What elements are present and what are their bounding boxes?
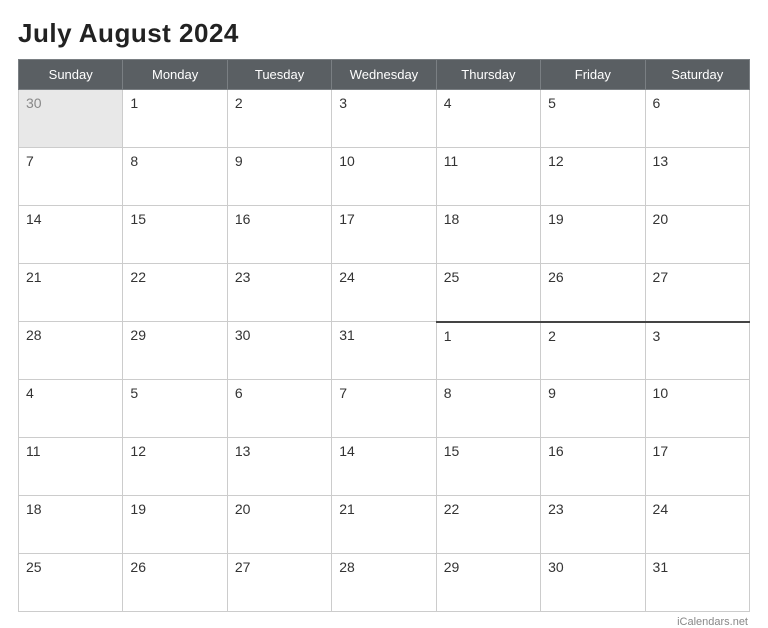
calendar-cell: 31: [332, 322, 436, 380]
calendar-cell: 26: [123, 554, 227, 612]
calendar-cell: 18: [19, 496, 123, 554]
calendar-cell: 17: [332, 206, 436, 264]
header-saturday: Saturday: [645, 60, 749, 90]
calendar-body: 3012345678910111213141516171819202122232…: [19, 90, 750, 612]
calendar-cell: 11: [19, 438, 123, 496]
calendar-cell: 20: [645, 206, 749, 264]
calendar-cell: 25: [19, 554, 123, 612]
calendar-cell: 8: [123, 148, 227, 206]
calendar-cell: 14: [19, 206, 123, 264]
calendar-cell: 3: [645, 322, 749, 380]
calendar-cell: 17: [645, 438, 749, 496]
calendar-cell: 4: [19, 380, 123, 438]
calendar-cell: 11: [436, 148, 540, 206]
calendar-table: SundayMondayTuesdayWednesdayThursdayFrid…: [18, 59, 750, 612]
calendar-cell: 19: [541, 206, 645, 264]
calendar-cell: 18: [436, 206, 540, 264]
calendar-cell: 23: [227, 264, 331, 322]
watermark: iCalendars.net: [18, 616, 750, 628]
calendar-cell: 14: [332, 438, 436, 496]
calendar-cell: 15: [436, 438, 540, 496]
calendar-cell: 6: [227, 380, 331, 438]
calendar-cell: 31: [645, 554, 749, 612]
calendar-cell: 30: [541, 554, 645, 612]
header-tuesday: Tuesday: [227, 60, 331, 90]
calendar-cell: 22: [436, 496, 540, 554]
calendar-cell: 9: [541, 380, 645, 438]
header-friday: Friday: [541, 60, 645, 90]
calendar-cell: 29: [436, 554, 540, 612]
calendar-cell: 26: [541, 264, 645, 322]
calendar-cell: 21: [19, 264, 123, 322]
header-monday: Monday: [123, 60, 227, 90]
calendar-cell: 28: [19, 322, 123, 380]
header-thursday: Thursday: [436, 60, 540, 90]
header-wednesday: Wednesday: [332, 60, 436, 90]
calendar-cell: 29: [123, 322, 227, 380]
calendar-cell: 5: [123, 380, 227, 438]
calendar-cell: 2: [227, 90, 331, 148]
calendar-cell: 23: [541, 496, 645, 554]
calendar-cell: 7: [19, 148, 123, 206]
calendar-cell: 27: [227, 554, 331, 612]
calendar-cell: 7: [332, 380, 436, 438]
calendar-cell: 1: [123, 90, 227, 148]
calendar-cell: 13: [227, 438, 331, 496]
calendar-cell: 1: [436, 322, 540, 380]
calendar-cell: 20: [227, 496, 331, 554]
calendar-cell: 3: [332, 90, 436, 148]
calendar-header: SundayMondayTuesdayWednesdayThursdayFrid…: [19, 60, 750, 90]
calendar-cell: 5: [541, 90, 645, 148]
calendar-cell: 27: [645, 264, 749, 322]
calendar-cell: 22: [123, 264, 227, 322]
calendar-cell: 28: [332, 554, 436, 612]
calendar-cell: 9: [227, 148, 331, 206]
calendar-cell: 2: [541, 322, 645, 380]
calendar-cell: 12: [123, 438, 227, 496]
calendar-cell: 10: [332, 148, 436, 206]
calendar-cell: 6: [645, 90, 749, 148]
calendar-cell: 24: [332, 264, 436, 322]
calendar-cell: 4: [436, 90, 540, 148]
calendar-cell: 30: [19, 90, 123, 148]
calendar-cell: 16: [227, 206, 331, 264]
calendar-cell: 16: [541, 438, 645, 496]
calendar-cell: 24: [645, 496, 749, 554]
calendar-cell: 13: [645, 148, 749, 206]
calendar-cell: 21: [332, 496, 436, 554]
header-sunday: Sunday: [19, 60, 123, 90]
calendar-cell: 8: [436, 380, 540, 438]
calendar-cell: 30: [227, 322, 331, 380]
page-title: July August 2024: [18, 18, 750, 49]
calendar-cell: 12: [541, 148, 645, 206]
calendar-cell: 10: [645, 380, 749, 438]
calendar-cell: 15: [123, 206, 227, 264]
calendar-cell: 19: [123, 496, 227, 554]
calendar-cell: 25: [436, 264, 540, 322]
